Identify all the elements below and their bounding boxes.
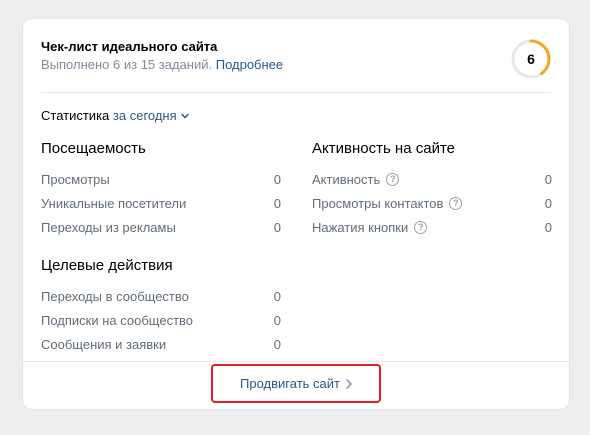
metric-row: Переходы в сообщество 0 (41, 284, 281, 308)
help-icon[interactable]: ? (414, 220, 428, 234)
metric-row: Уникальные посетители 0 (41, 191, 281, 215)
checklist-progress-ring[interactable]: 6 (511, 39, 551, 79)
goals-title: Целевые действия (41, 257, 173, 274)
metric-label: Активность? (312, 171, 400, 187)
stats-label: Статистика (41, 108, 110, 123)
help-icon[interactable]: ? (386, 172, 400, 186)
stats-period-value: за сегодня (112, 108, 177, 123)
traffic-title: Посещаемость (41, 140, 146, 157)
activity-section: Активность на сайте Активность? 0 Просмо… (312, 140, 552, 239)
chevron-right-icon (346, 378, 352, 389)
metric-label: Нажатия кнопки? (312, 219, 428, 235)
checklist-title: Чек-лист идеального сайта (41, 39, 218, 54)
checklist-completed-count: 6 (527, 51, 535, 67)
traffic-section: Посещаемость Просмотры 0 Уникальные посе… (41, 140, 281, 239)
divider (41, 92, 551, 93)
goals-section: Целевые действия Переходы в сообщество 0… (41, 257, 281, 356)
metric-value: 0 (273, 195, 281, 211)
metric-label: Переходы из рекламы (41, 219, 176, 235)
checklist-block: Чек-лист идеального сайта Выполнено 6 из… (41, 39, 551, 79)
metric-label: Сообщения и заявки (41, 336, 167, 352)
metric-label: Просмотры контактов? (312, 195, 463, 211)
metric-value: 0 (544, 195, 552, 211)
metric-label-text: Нажатия кнопки (312, 219, 409, 235)
metric-label-text: Просмотры контактов (312, 195, 444, 211)
metric-label-text: Активность (312, 171, 381, 187)
metric-row: Просмотры контактов? 0 (312, 191, 552, 215)
stats-period-selector: Статистика за сегодня (41, 108, 189, 124)
checklist-more-link[interactable]: Подробнее (216, 57, 283, 72)
metric-row: Подписки на сообщество 0 (41, 308, 281, 332)
checklist-progress-text: Выполнено 6 из 15 заданий. (41, 57, 213, 72)
metric-row: Активность? 0 (312, 167, 552, 191)
metric-label: Просмотры (41, 171, 110, 187)
metric-value: 0 (273, 312, 281, 328)
checklist-subtitle: Выполнено 6 из 15 заданий. Подробнее (41, 57, 551, 73)
divider (23, 361, 569, 362)
help-icon[interactable]: ? (449, 196, 463, 210)
promote-site-button[interactable]: Продвигать сайт (211, 364, 381, 403)
metric-value: 0 (544, 171, 552, 187)
site-stats-card: Чек-лист идеального сайта Выполнено 6 из… (22, 18, 570, 410)
metric-value: 0 (544, 219, 552, 235)
metric-value: 0 (273, 171, 281, 187)
activity-title: Активность на сайте (312, 140, 455, 157)
promote-site-label: Продвигать сайт (240, 376, 340, 391)
metric-row: Сообщения и заявки 0 (41, 332, 281, 356)
metric-label: Подписки на сообщество (41, 312, 194, 328)
metric-row: Нажатия кнопки? 0 (312, 215, 552, 239)
metric-value: 0 (273, 219, 281, 235)
metric-row: Переходы из рекламы 0 (41, 215, 281, 239)
stats-period-dropdown[interactable]: за сегодня (113, 108, 189, 123)
metric-value: 0 (273, 336, 281, 352)
metric-label: Уникальные посетители (41, 195, 187, 211)
metric-label: Переходы в сообщество (41, 288, 189, 304)
chevron-down-icon (180, 113, 189, 119)
metric-row: Просмотры 0 (41, 167, 281, 191)
metric-value: 0 (273, 288, 281, 304)
